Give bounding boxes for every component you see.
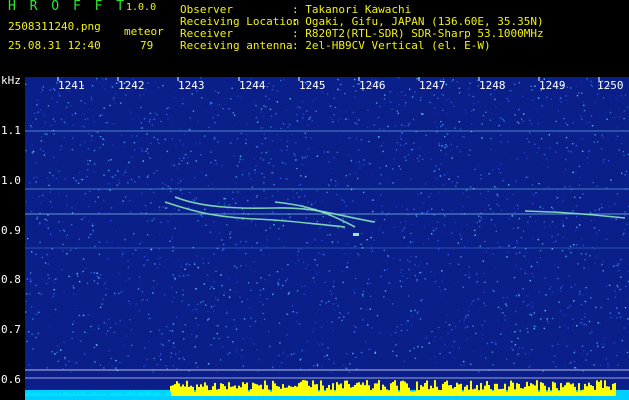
x-tick-label: 1244 xyxy=(239,79,266,92)
meteor-label: meteor xyxy=(124,25,164,38)
y-unit-label: kHz xyxy=(1,74,21,87)
x-tick-label: 1249 xyxy=(539,79,566,92)
app-logo: H R O F F T xyxy=(8,0,128,14)
app-version: 1.0.0 xyxy=(126,2,157,13)
x-tick-label: 1241 xyxy=(58,79,85,92)
y-tick-label: 0.6 xyxy=(1,373,21,386)
y-tick-label: 0.7 xyxy=(1,323,21,336)
antenna-label: Receiving antenna xyxy=(180,39,293,52)
y-tick-label: 0.9 xyxy=(1,224,21,237)
x-tick-label: 1248 xyxy=(479,79,506,92)
x-tick-label: 1246 xyxy=(359,79,386,92)
x-tick-label: 1245 xyxy=(299,79,326,92)
y-tick-label: 1.0 xyxy=(1,174,21,187)
meteor-count: 79 xyxy=(140,39,154,52)
datetime: 25.08.31 12:40 xyxy=(8,39,101,52)
antenna-value: : 2el-HB9CV Vertical (el. E-W) xyxy=(292,39,491,52)
y-tick-label: 1.1 xyxy=(1,124,21,137)
spectrogram xyxy=(25,77,629,400)
x-tick-label: 1247 xyxy=(419,79,446,92)
filename: 2508311240.png xyxy=(8,20,101,33)
x-tick-label: 1250 xyxy=(597,79,624,92)
hrofft-window: H R O F F T 1.0.0 2508311240.png meteor … xyxy=(0,0,629,400)
x-tick-label: 1242 xyxy=(118,79,145,92)
y-tick-label: 0.8 xyxy=(1,273,21,286)
x-tick-label: 1243 xyxy=(178,79,205,92)
spectrogram-canvas xyxy=(25,77,629,400)
